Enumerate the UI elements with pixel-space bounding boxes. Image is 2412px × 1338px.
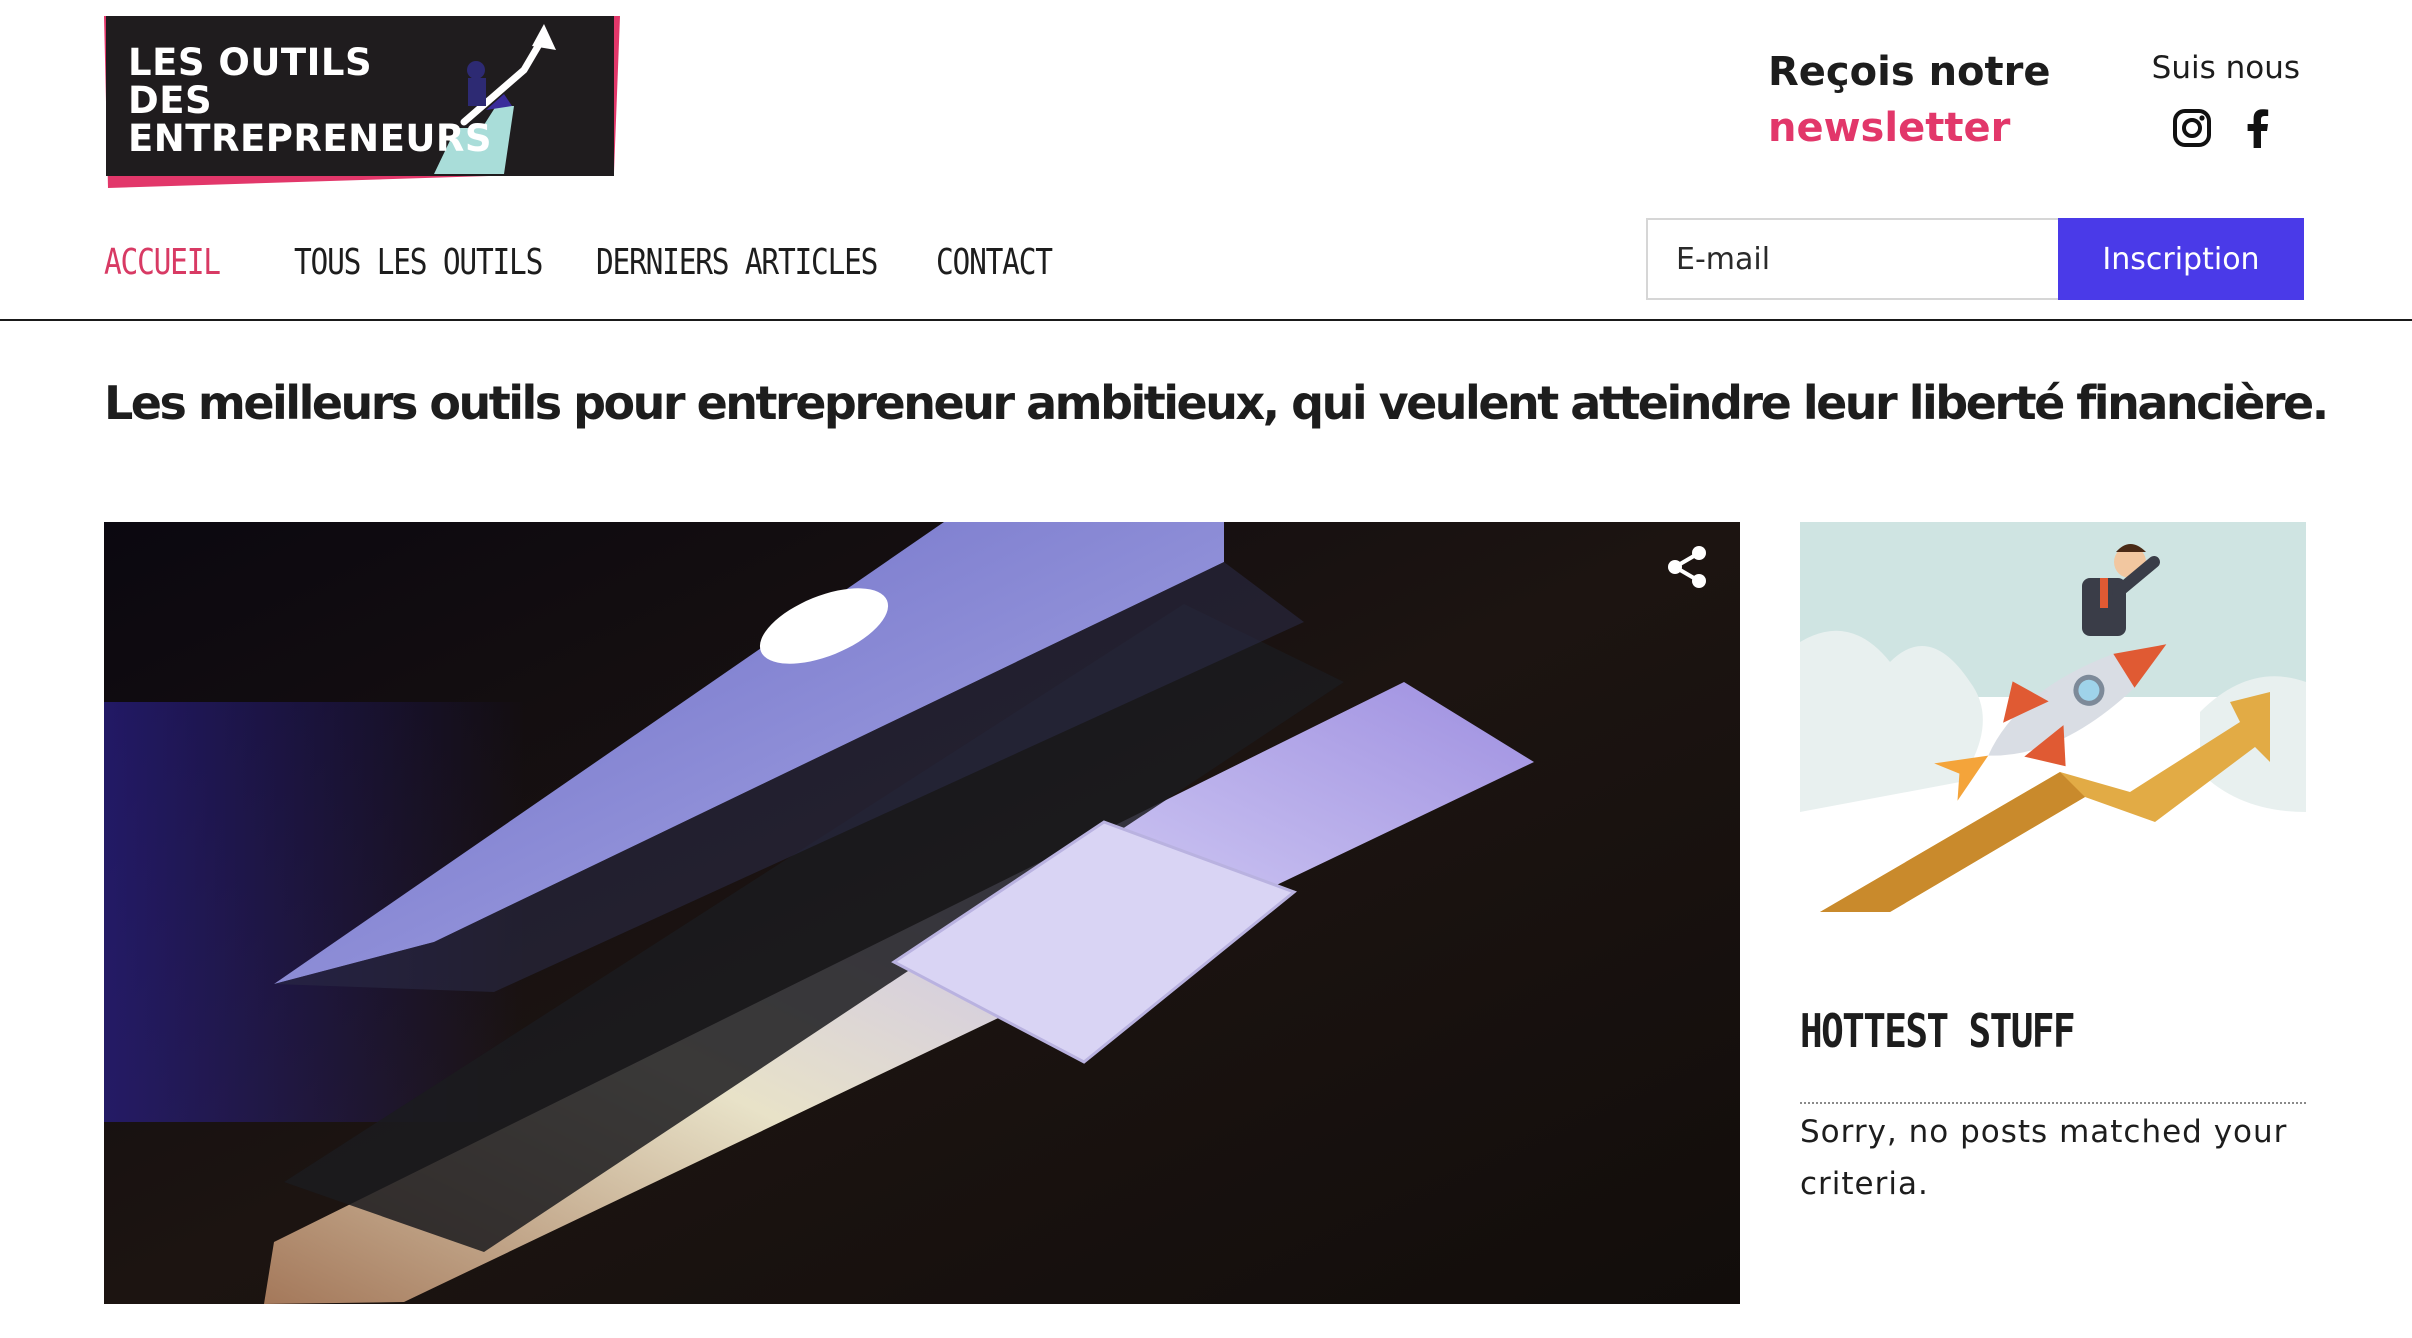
nav-item-contact[interactable]: CONTACT (936, 242, 1053, 283)
instagram-icon[interactable] (2170, 106, 2214, 150)
header-divider (0, 319, 2412, 321)
logo-text: LES OUTILS DES ENTREPRENEURS (128, 41, 493, 160)
rocket-illustration[interactable] (1800, 522, 2306, 912)
sidebar-divider (1800, 1102, 2306, 1104)
newsletter-title-text: Reçois notre (1768, 49, 2051, 95)
sidebar-title: HOTTEST STUFF (1800, 1004, 2076, 1058)
follow-label: Suis nous (2151, 50, 2300, 86)
facebook-icon[interactable] (2236, 106, 2280, 150)
newsletter-accent-text: newsletter (1768, 105, 2011, 151)
nav-item-accueil[interactable]: ACCUEIL (104, 242, 221, 283)
empty-posts-message: Sorry, no posts matched your criteria. (1800, 1114, 2288, 1202)
share-icon[interactable] (1664, 544, 1710, 590)
laptop-photo (104, 522, 1740, 1304)
email-field[interactable] (1646, 218, 2058, 300)
page-tagline: Les meilleurs outils pour entrepreneur a… (104, 376, 2329, 430)
nav-item-derniers-articles[interactable]: DERNIERS ARTICLES (596, 242, 878, 283)
inscription-button[interactable]: Inscription (2058, 218, 2304, 300)
site-logo[interactable]: LES OUTILS DES ENTREPRENEURS (104, 10, 620, 190)
nav-item-tous-les-outils[interactable]: TOUS LES OUTILS (294, 242, 543, 283)
rocket-businessman-graphic (1800, 522, 2306, 912)
newsletter-heading: Reçois notre newsletter (1768, 44, 2088, 156)
newsletter-signup-form: Inscription (1646, 218, 2304, 300)
hero-image[interactable] (104, 522, 1740, 1304)
